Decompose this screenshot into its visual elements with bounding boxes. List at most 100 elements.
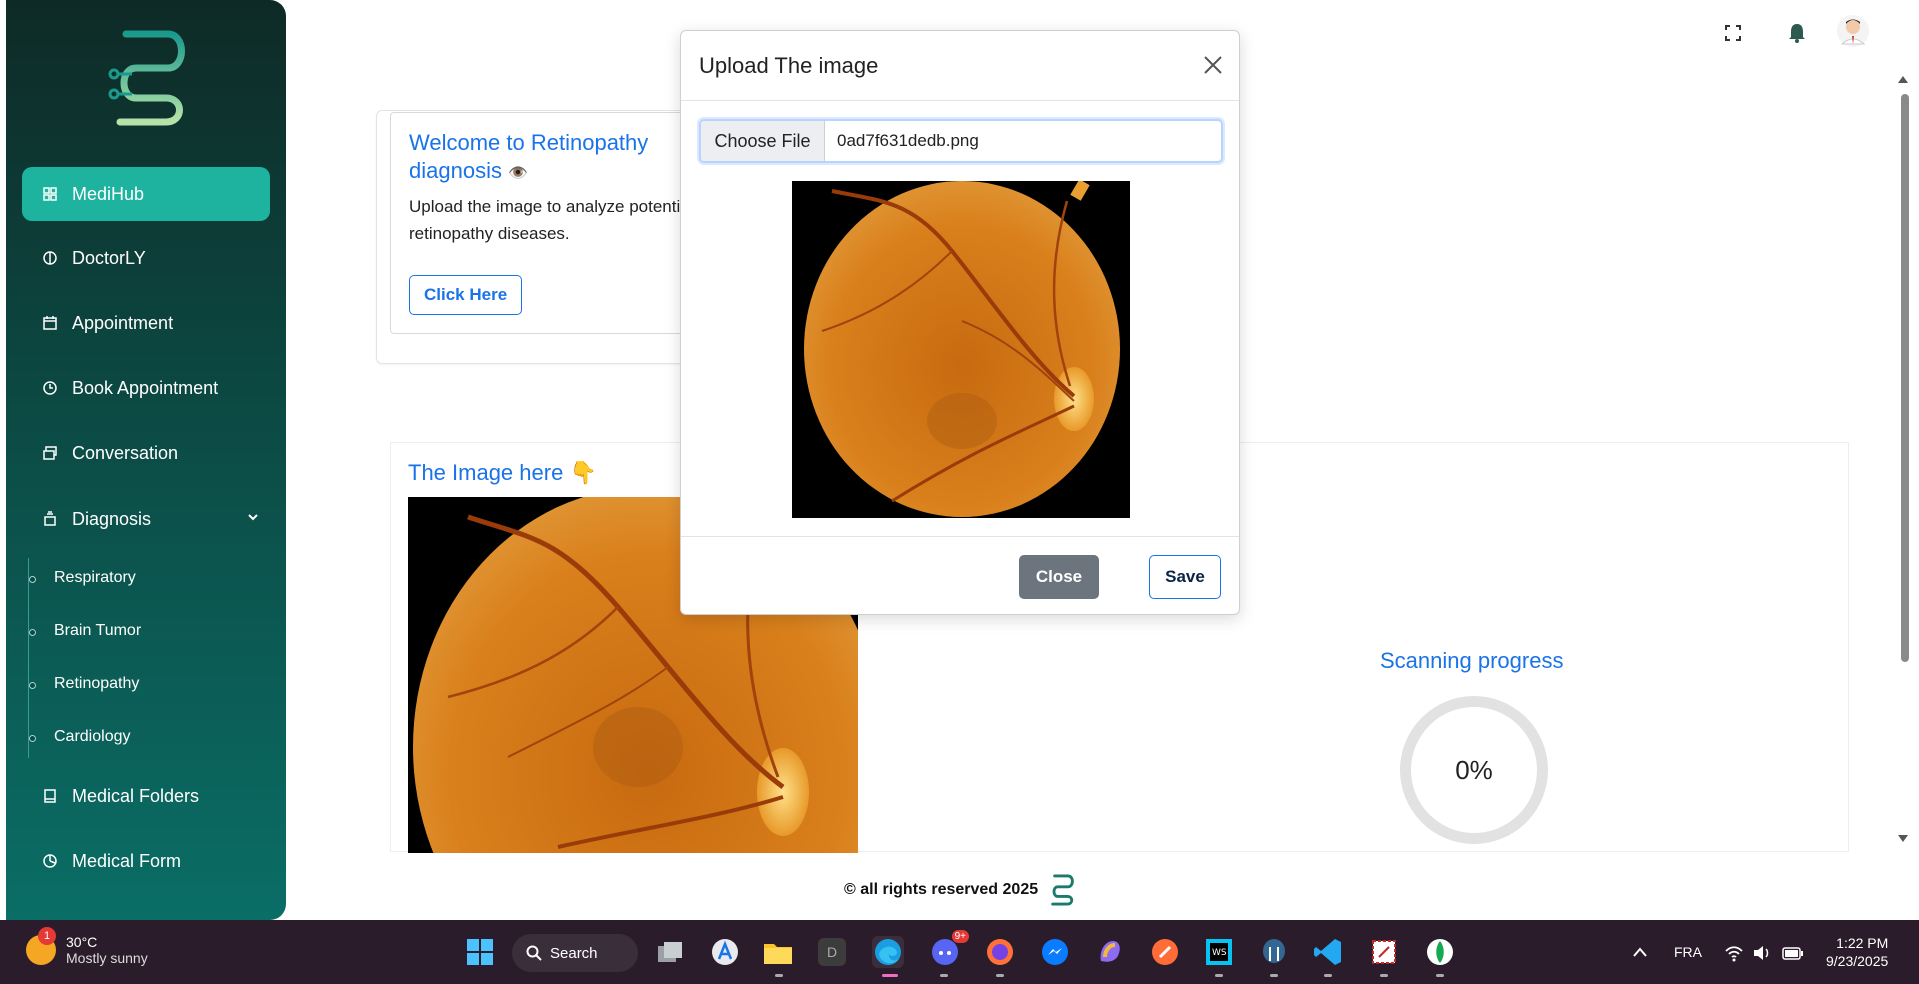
sidebar-item-label: Medical Form [72,850,182,871]
weather-temp: 30°C [66,934,98,950]
running-indicator [996,974,1004,977]
close-button[interactable]: Close [1019,555,1099,599]
running-indicator [1324,974,1332,977]
avatar[interactable] [1836,14,1870,48]
chat-icon [42,445,58,461]
preview-fundus-image [792,181,1130,518]
sidebar-item-label: Book Appointment [72,377,219,398]
modal-header: Upload The image [681,31,1239,101]
running-indicator [1436,974,1444,977]
wifi-icon[interactable] [1724,944,1744,962]
search-icon [526,945,542,961]
progress-value: 0% [1455,754,1493,785]
mongodb-icon[interactable] [1424,936,1456,968]
taskbar: 1 30°C Mostly sunny Search D 9+ WS FRA 1… [0,920,1919,984]
weather-badge: 1 [38,927,56,945]
choose-file-button[interactable]: Choose File [701,121,825,161]
snipping-tool-icon[interactable] [1368,936,1400,968]
pointing-down-icon: 👇 [569,460,597,485]
discord-icon[interactable]: 9+ [929,930,969,968]
edge-icon[interactable] [872,936,904,968]
task-view-icon[interactable] [654,936,686,968]
windows-start-icon[interactable] [464,936,496,968]
scroll-up-arrow-icon[interactable] [1897,74,1909,84]
messenger-icon[interactable] [1039,936,1071,968]
taskbar-search[interactable]: Search [512,934,638,972]
sidebar-item-appointment[interactable]: Appointment [22,296,270,350]
volume-icon[interactable] [1752,944,1772,962]
app-d-icon[interactable]: D [818,938,846,966]
modal-footer: Close Save [681,536,1239,616]
sidebar-item-label: Appointment [72,312,174,333]
grid-icon [42,186,58,202]
fullscreen-icon[interactable] [1720,20,1746,46]
chart-icon [42,853,58,869]
footer-text: © all rights reserved 2025 [844,881,1039,898]
weather-desc: Mostly sunny [66,950,148,966]
save-button[interactable]: Save [1149,555,1221,599]
postman-icon[interactable] [1149,936,1181,968]
clock[interactable]: 1:22 PM 9/23/2025 [1826,934,1888,970]
sidebar-item-diagnosis[interactable]: Diagnosis [22,492,270,546]
footer-logo-icon [1051,874,1074,906]
weather-widget[interactable]: 1 30°C Mostly sunny [26,927,148,966]
upload-modal: Upload The image Choose File 0ad7f631ded… [680,30,1240,615]
firefox-icon[interactable] [984,936,1016,968]
sidebar-item-medihub[interactable]: MediHub [22,167,270,221]
running-indicator [1215,974,1223,977]
clock-date: 9/23/2025 [1826,953,1889,969]
modal-title: Upload The image [699,53,879,78]
webstorm-icon[interactable]: WS [1203,936,1235,968]
search-label: Search [550,944,598,962]
click-here-button[interactable]: Click Here [409,275,523,315]
scanning-progress-title: Scanning progress [1380,648,1564,673]
file-input[interactable]: Choose File 0ad7f631dedb.png [699,119,1223,163]
scrollbar-thumb[interactable] [1901,94,1909,662]
sidebar-item-medical-form[interactable]: Medical Form [22,834,270,888]
chevron-up-icon[interactable] [1632,946,1648,958]
postgresql-icon[interactable] [1258,936,1290,968]
vscode-icon[interactable] [1312,936,1344,968]
sidebar-subitem-brain-tumor[interactable]: Brain Tumor [28,622,141,640]
chevron-down-icon [248,514,258,521]
submenu-line [28,558,29,758]
sun-icon: 1 [26,927,56,965]
image-section-title: The Image here 👇 [408,460,597,486]
clock-icon [42,380,58,396]
sidebar-item-medical-folders[interactable]: Medical Folders [22,769,270,823]
discord-badge: 9+ [951,930,969,943]
sidebar-item-label: Conversation [72,442,179,463]
svg-text:WS: WS [1212,948,1227,958]
bell-icon[interactable] [1784,20,1810,46]
sidebar-item-label: MediHub [72,183,145,204]
sidebar-item-label: Medical Folders [72,785,200,806]
sidebar-item-conversation[interactable]: Conversation [22,426,270,480]
scroll-down-arrow-icon[interactable] [1897,834,1909,844]
running-indicator [1380,974,1388,977]
eye-icon: 👁️ [508,165,528,182]
brain-icon [42,250,58,266]
progress-ring: 0% [1400,696,1548,844]
app-a-icon[interactable] [709,936,741,968]
sidebar-item-label: Diagnosis [72,508,152,529]
close-icon[interactable] [1201,53,1225,77]
image-section-title-text: The Image here [408,460,564,485]
sidebar-item-doctorly[interactable]: DoctorLY [22,231,270,285]
sidebar-item-label: DoctorLY [72,247,146,268]
sidebar-subitem-retinopathy[interactable]: Retinopathy [28,675,139,693]
sidebar: MediHub DoctorLY Appointment Book Appoin… [6,0,286,920]
active-indicator [882,974,898,977]
file-explorer-icon[interactable] [762,936,794,968]
language-indicator[interactable]: FRA [1674,944,1702,960]
running-indicator [775,974,783,977]
sidebar-item-book-appointment[interactable]: Book Appointment [22,361,270,415]
file-name: 0ad7f631dedb.png [837,131,979,150]
calendar-icon [42,315,58,331]
running-indicator [1270,974,1278,977]
footer: © all rights reserved 2025 [844,874,1076,906]
stack-icon [42,511,58,527]
sidebar-subitem-cardiology[interactable]: Cardiology [28,728,130,746]
copilot-icon[interactable] [1094,936,1126,968]
battery-icon[interactable] [1782,944,1804,962]
sidebar-subitem-respiratory[interactable]: Respiratory [29,569,136,587]
